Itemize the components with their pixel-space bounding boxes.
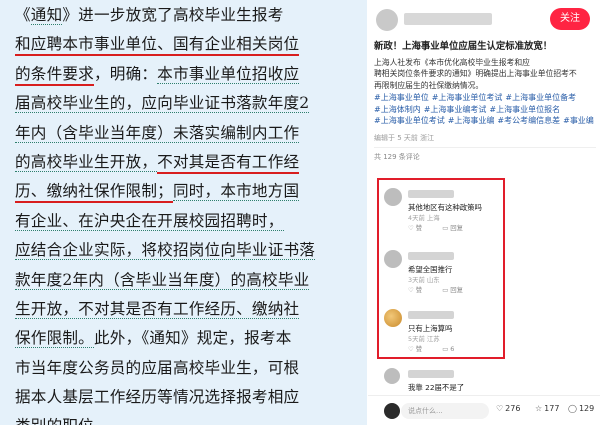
document-text: 》进一步放宽了高校毕业生报考 <box>62 6 284 24</box>
hashtag[interactable]: #上海事业编 <box>448 116 495 125</box>
post-title: 新政！上海事业单位应届生认定标准放宽！ <box>374 41 553 52</box>
document-text-dotted-underlined: 有企业、在沪央企在开展校园招聘时， <box>15 211 284 231</box>
post-body-line: 再限制应届生的社保缴纳情况。 <box>374 80 484 90</box>
follow-button[interactable]: 关注 <box>550 8 590 30</box>
hashtag-row: #上海事业单位 #上海事业单位考试 #上海事业单位备考 <box>374 92 598 104</box>
hashtag[interactable]: #上海事业单位考试 <box>432 93 503 102</box>
document-text-dotted-underlined: 通知 <box>30 6 63 25</box>
post-header: 关注 <box>368 0 600 38</box>
hashtag[interactable]: #上海事业单位备考 <box>505 93 576 102</box>
document-line: 生开放，不对其是否有工作经历、缴纳社 <box>15 295 367 324</box>
document-text: 《 <box>15 6 31 24</box>
heart-icon: ♡ <box>496 404 504 413</box>
document-line: 市当年度公务员的应届高校毕业生，可根 <box>15 354 367 383</box>
comments-highlight-box <box>377 178 505 359</box>
comment-text: 我靠 22届不是了 <box>408 383 465 392</box>
comment-icon: ◯ <box>568 404 577 413</box>
commenter-name-redacted[interactable] <box>408 370 454 378</box>
my-avatar <box>384 403 400 419</box>
comment-input[interactable]: 说点什么... <box>401 403 489 419</box>
document-text-dotted-underlined: 本市事业单位招收应 <box>157 64 300 84</box>
hashtag[interactable]: #上海事业单位 <box>374 93 429 102</box>
star-icon: ☆ <box>535 404 543 413</box>
document-text: 据本人基层工作经历等情况选择报考相应 <box>15 388 300 407</box>
document-text: 市当年度公务员的应届高校毕业生，可根 <box>15 358 300 377</box>
document-line: 有企业、在沪央企在开展校园招聘时， <box>15 207 367 236</box>
document-text-red-underlined: 的条件要求 <box>15 64 94 86</box>
document-text: ，明确： <box>93 64 158 83</box>
document-text-red-underlined: 历、缴纳社保作限制； <box>15 182 173 204</box>
like-button[interactable]: ♡ 276 <box>496 404 520 413</box>
post-body-line: 上海人社发布《本市优化高校毕业生报考和应 <box>374 58 530 67</box>
hashtag[interactable]: #上海事业编考试 <box>424 105 487 114</box>
comment-button[interactable]: ◯ 129 <box>568 404 594 413</box>
document-text-dotted-underlined: 生开放，不对其是否有工作经历、缴纳社 <box>15 299 300 319</box>
hashtag[interactable]: #考公考编信息差 <box>497 116 560 125</box>
document-text: 类别的职位。 <box>15 417 110 425</box>
hashtag-row: #上海事业单位考试 #上海事业编 #考公考编信息差 #事业编 <box>374 115 598 127</box>
post-body: 上海人社发布《本市优化高校毕业生报考和应 聘相关岗位条件要求的通知》明确提出上海… <box>374 57 596 91</box>
commenter-avatar[interactable] <box>384 368 400 384</box>
hashtag[interactable]: #上海事业单位报名 <box>489 105 560 114</box>
document-text-dotted-underlined: 保作限制。 <box>15 329 94 349</box>
document-line: 届高校毕业生的，应向毕业证书落款年度2 <box>15 89 367 118</box>
document-text-dotted-underlined: 届高校毕业生的，应向毕业证书落款年度2 <box>15 94 310 114</box>
document-line: 《通知》进一步放宽了高校毕业生报考 <box>15 1 367 30</box>
document-line: 和应聘本市事业单位、国有企业相关岗位 <box>15 30 367 59</box>
document-line: 保作限制。此外，《通知》规定，报考本 <box>15 324 367 353</box>
document-line: 历、缴纳社保作限制；同时，本市地方国 <box>15 177 367 206</box>
collect-count: 177 <box>544 404 560 413</box>
document-text-red-underlined: 和应聘本市事业单位、国有企业相关岗位 <box>15 35 300 57</box>
document-line: 据本人基层工作经历等情况选择报考相应 <box>15 383 367 412</box>
document-line: 年内（含毕业当年度）未落实编制内工作 <box>15 119 367 148</box>
document-line: 类别的职位。 <box>15 412 367 425</box>
document-text: 此外，《通知》规定，报考本 <box>93 329 292 348</box>
collect-button[interactable]: ☆ 177 <box>535 404 559 413</box>
document-line: 应结合企业实际，将校招岗位向毕业证书落 <box>15 236 367 265</box>
hashtag-row: #上海体制内 #上海事业编考试 #上海事业单位报名 <box>374 104 598 116</box>
document-text-dotted-underlined: 款年度2年内（含毕业当年度）的高校毕业 <box>15 270 310 290</box>
document-text-dotted-underlined: 同时，本市地方国 <box>172 182 300 202</box>
document-text-dotted-underlined: 的高校毕业生开放， <box>15 152 158 172</box>
like-count: 276 <box>505 404 521 413</box>
document-text-red-underlined: 不对其是否有工作经 <box>157 152 300 174</box>
document-text-dotted-underlined: 应结合企业实际，将校招岗位向毕业证书落 <box>15 241 316 261</box>
hashtag-list: #上海事业单位 #上海事业单位考试 #上海事业单位备考 #上海体制内 #上海事业编考试… <box>374 92 598 127</box>
document-line: 的条件要求，明确：本市事业单位招收应 <box>15 60 367 89</box>
hashtag[interactable]: #事业编 <box>563 116 594 125</box>
document-line: 的高校毕业生开放，不对其是否有工作经 <box>15 148 367 177</box>
divider <box>374 147 596 148</box>
author-avatar[interactable] <box>376 9 398 31</box>
document-text-dotted-underlined: 年内（含毕业当年度）未落实编制内工作 <box>15 123 300 143</box>
hashtag[interactable]: #上海事业单位考试 <box>374 116 445 125</box>
post-meta: 编辑于 5 天前 浙江 <box>374 134 435 142</box>
author-name-redacted[interactable] <box>404 13 492 25</box>
bottom-action-bar: 说点什么... ♡ 276 ☆ 177 ◯ 129 <box>368 395 600 425</box>
document-image: 《通知》进一步放宽了高校毕业生报考 和应聘本市事业单位、国有企业相关岗位 的条件要求… <box>0 0 367 425</box>
comment-count: 共 129 条评论 <box>374 153 420 161</box>
comment-total: 129 <box>578 404 595 413</box>
post-body-line: 聘相关岗位条件要求的通知》明确提出上海事业单位招考不 <box>374 69 577 79</box>
hashtag[interactable]: #上海体制内 <box>374 105 421 114</box>
document-line: 款年度2年内（含毕业当年度）的高校毕业 <box>15 266 367 295</box>
